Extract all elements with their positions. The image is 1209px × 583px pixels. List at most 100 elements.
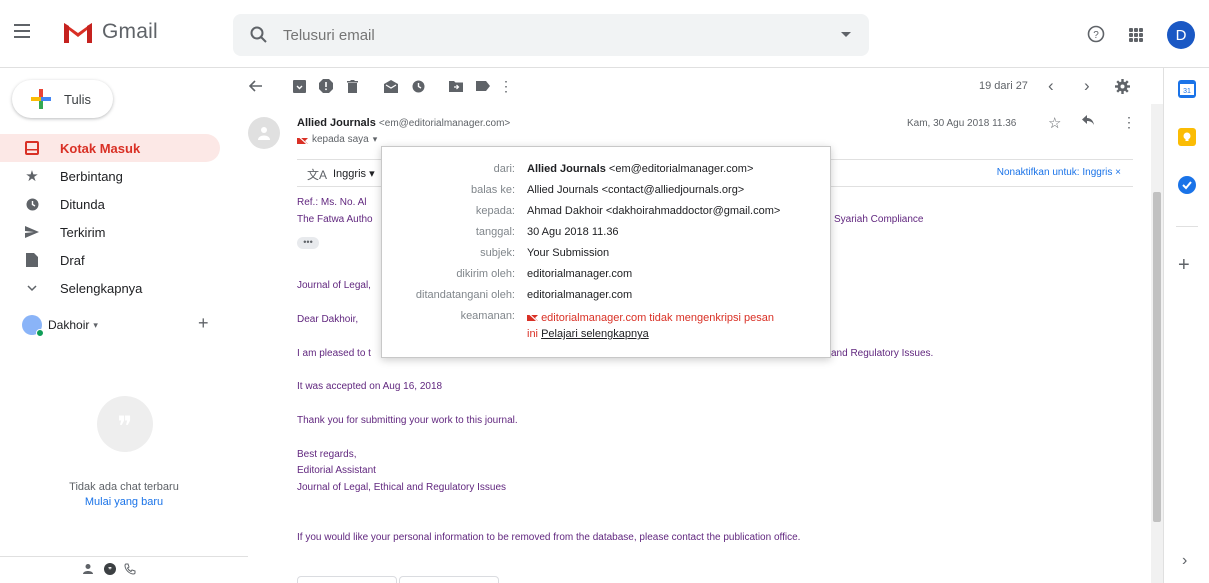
body-journal-full: Journal of Legal, Ethical and Regulatory…: [297, 482, 507, 493]
message-scrollbar-thumb[interactable]: [1153, 192, 1161, 522]
new-chat-plus-icon[interactable]: +: [198, 313, 209, 334]
side-panel-rail: 31 + ›: [1163, 68, 1209, 583]
app-name: Gmail: [102, 20, 158, 43]
details-mailed-by-row: dikirim oleh: editorialmanager.com: [456, 268, 633, 280]
report-spam-icon[interactable]: [318, 78, 334, 94]
reply-icon[interactable]: [1081, 114, 1095, 126]
reply-button[interactable]: [297, 576, 397, 583]
help-icon[interactable]: ?: [1087, 25, 1105, 43]
message-more-icon[interactable]: ⋮: [1122, 114, 1136, 131]
online-status-icon: [36, 329, 44, 337]
svg-text:❞: ❞: [117, 410, 132, 443]
phone-icon[interactable]: [124, 563, 136, 578]
sender-avatar[interactable]: [248, 117, 280, 149]
newer-chevron-left-icon[interactable]: ‹: [1048, 76, 1054, 96]
recipient-text: kepada saya: [312, 134, 369, 145]
sender-name[interactable]: Allied Journals: [297, 117, 376, 129]
label-icon[interactable]: [475, 78, 491, 94]
apps-grid-icon[interactable]: [1129, 28, 1143, 42]
start-chat-link[interactable]: Mulai yang baru: [0, 496, 248, 508]
body-greeting: Dear Dakhoir,: [297, 314, 359, 325]
details-signed-by-row: ditandatangani oleh: editorialmanager.co…: [415, 289, 633, 301]
forward-button[interactable]: [399, 576, 499, 583]
body-ref-line: Ref.: Ms. No. Al: [297, 197, 367, 208]
move-to-folder-icon[interactable]: [448, 78, 464, 94]
sidebar-item-inbox[interactable]: Kotak Masuk: [0, 134, 220, 162]
chevron-down-icon[interactable]: ▾: [373, 134, 378, 145]
hangouts-username: Dakhoir: [48, 318, 90, 332]
compose-plus-icon: [31, 89, 51, 109]
chevron-down-icon: [24, 280, 40, 296]
chat-bubble-icon: ❞: [97, 396, 153, 452]
sender-details-popup: dari: Allied Journals <em@editorialmanag…: [381, 146, 831, 358]
disable-translate-link[interactable]: Nonaktifkan untuk: Inggris ×: [997, 167, 1121, 178]
search-input[interactable]: [283, 26, 803, 44]
sidebar-item-label: Terkirim: [60, 224, 106, 240]
details-reply-to-row: balas ke: Allied Journals <contact@allie…: [470, 184, 745, 196]
translate-icon: 文A: [307, 168, 328, 182]
hangouts-user[interactable]: Dakhoir ▾ +: [22, 313, 222, 337]
sidebar-item-more[interactable]: Selengkapnya: [0, 274, 220, 302]
delete-icon[interactable]: [344, 78, 360, 94]
sidebar-item-snoozed[interactable]: Ditunda: [0, 190, 220, 218]
translate-language[interactable]: Inggris ▾: [333, 167, 375, 180]
show-trimmed-content-button[interactable]: •••: [297, 237, 319, 249]
mark-unread-icon[interactable]: [383, 78, 399, 94]
person-icon[interactable]: [82, 563, 94, 578]
sidebar-item-label: Selengkapnya: [60, 280, 143, 296]
main-menu-icon[interactable]: [14, 24, 30, 38]
unencrypted-lock-icon: [526, 311, 539, 323]
body-accepted: It was accepted on Aug 16, 2018: [297, 381, 443, 392]
top-bar: Gmail ? D: [0, 0, 1209, 68]
details-subject-row: subjek: Your Submission: [480, 247, 610, 259]
svg-text:?: ?: [1093, 30, 1099, 41]
body-pleased-line-end: and Regulatory Issues.: [831, 348, 934, 359]
draft-icon: [24, 252, 40, 268]
back-arrow-icon[interactable]: [248, 78, 264, 94]
message-date: Kam, 30 Agu 2018 11.36: [907, 118, 1017, 129]
sidebar-item-label: Kotak Masuk: [60, 140, 141, 156]
recipient-line[interactable]: kepada saya ▾: [297, 134, 377, 145]
sidebar-item-sent[interactable]: Terkirim: [0, 218, 220, 246]
body-journal-line: Journal of Legal,: [297, 280, 371, 291]
details-security-row: keamanan: editorialmanager.com tidak men…: [460, 310, 775, 340]
star-outline-icon[interactable]: ☆: [1048, 114, 1061, 132]
search-icon[interactable]: [249, 25, 269, 45]
add-addon-plus-icon[interactable]: +: [1178, 254, 1190, 277]
clock-icon: [24, 196, 40, 212]
sidebar-item-starred[interactable]: ★ Berbintang: [0, 162, 220, 190]
hangouts-avatar: [22, 315, 44, 337]
star-icon: ★: [25, 168, 39, 185]
gmail-m-icon: [64, 23, 92, 43]
sidebar-item-drafts[interactable]: Draf: [0, 246, 220, 274]
calendar-icon[interactable]: 31: [1178, 80, 1196, 98]
compose-button[interactable]: Tulis: [12, 80, 113, 118]
body-footer: If you would like your personal informat…: [297, 532, 801, 543]
rail-divider: [1176, 226, 1198, 227]
details-to-row: kepada: Ahmad Dakhoir <dakhoirahmaddocto…: [475, 205, 781, 217]
snooze-clock-icon[interactable]: [410, 78, 426, 94]
sidebar-item-label: Ditunda: [60, 196, 105, 212]
account-avatar[interactable]: D: [1167, 21, 1195, 49]
search-options-icon[interactable]: [841, 32, 851, 37]
expand-panel-chevron-icon[interactable]: ›: [1182, 552, 1187, 570]
gmail-logo[interactable]: Gmail: [63, 20, 158, 44]
details-from-row: dari: Allied Journals <em@editorialmanag…: [493, 163, 754, 175]
no-chat-text: Tidak ada chat terbaru: [69, 481, 179, 493]
sidebar-item-label: Berbintang: [60, 168, 123, 184]
search-box[interactable]: [233, 14, 869, 56]
more-vert-icon[interactable]: ⋮: [498, 78, 514, 94]
body-regards: Best regards,: [297, 449, 357, 460]
tasks-icon[interactable]: [1178, 176, 1196, 194]
settings-gear-icon[interactable]: [1114, 78, 1130, 94]
older-chevron-right-icon[interactable]: ›: [1084, 76, 1090, 96]
svg-text:❞: ❞: [108, 566, 112, 574]
keep-notes-icon[interactable]: [1178, 128, 1196, 146]
archive-icon[interactable]: [291, 78, 307, 94]
message-toolbar: ⋮ 19 dari 27 ‹ ›: [248, 68, 1160, 104]
hangouts-icon[interactable]: ❞: [103, 563, 117, 580]
chevron-down-icon[interactable]: ▾: [93, 320, 98, 331]
learn-more-link[interactable]: Pelajari selengkapnya: [541, 328, 649, 340]
body-ref-line-end: Syariah Compliance: [834, 214, 924, 225]
chat-bottom-tabs: ❞: [0, 556, 248, 583]
